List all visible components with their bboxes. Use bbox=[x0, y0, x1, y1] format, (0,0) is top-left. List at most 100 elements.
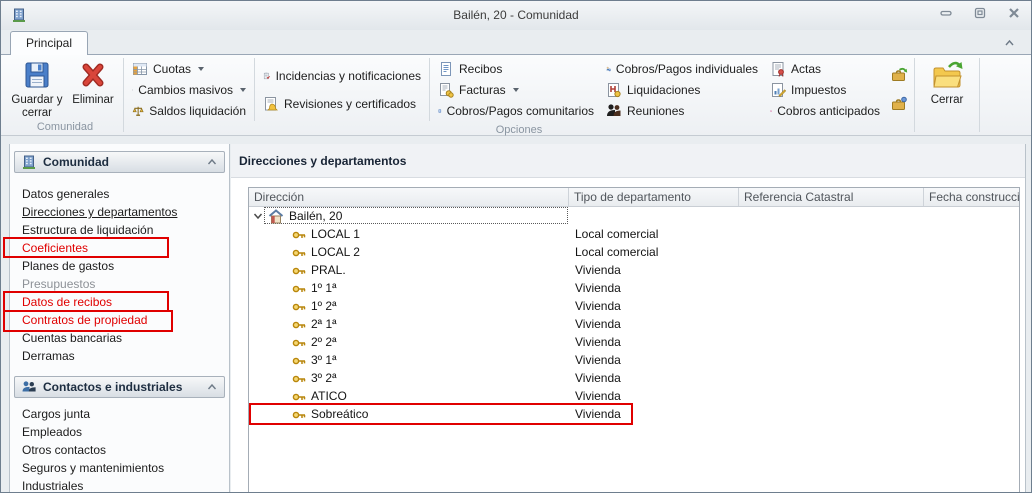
table-header: Dirección Tipo de departamento Referenci… bbox=[249, 188, 1019, 207]
actas-button[interactable]: Actas bbox=[770, 58, 880, 79]
button-label: Reuniones bbox=[627, 104, 684, 118]
invoice-coins-icon bbox=[438, 82, 454, 98]
facturas-button[interactable]: Facturas bbox=[438, 79, 594, 100]
liquidaciones-button[interactable]: Liquidaciones bbox=[606, 79, 758, 100]
table-row-2-1[interactable]: 2ª 1ª Vivienda bbox=[249, 315, 1019, 333]
key-icon bbox=[292, 302, 306, 312]
ribbon-stack-incidencias: Incidencias y notificaciones Revisiones … bbox=[257, 55, 427, 124]
table-row-sobreatico[interactable]: Sobreático Vivienda bbox=[249, 405, 1019, 423]
group-label-opciones: Opciones bbox=[126, 124, 912, 137]
table-row-1-2[interactable]: 1º 2ª Vivienda bbox=[249, 297, 1019, 315]
chart-pencil-icon bbox=[770, 82, 786, 98]
table-row-3-1[interactable]: 3º 1ª Vivienda bbox=[249, 351, 1019, 369]
table-row-local2[interactable]: LOCAL 2 Local comercial bbox=[249, 243, 1019, 261]
minimize-button[interactable] bbox=[937, 6, 955, 20]
cuotas-button[interactable]: Cuotas bbox=[132, 58, 246, 79]
column-header-tipo[interactable]: Tipo de departamento bbox=[569, 188, 739, 206]
page-title: Direcciones y departamentos bbox=[231, 144, 1025, 178]
sidebar-item-cuentas-bancarias[interactable]: Cuentas bancarias bbox=[10, 329, 229, 347]
sidebar-item-contratos-de-propiedad[interactable]: Contratos de propiedad bbox=[10, 311, 229, 329]
column-header-direccion[interactable]: Dirección bbox=[249, 188, 569, 206]
key-icon bbox=[292, 320, 306, 330]
sidebar-item-cargos-junta[interactable]: Cargos junta bbox=[10, 405, 229, 423]
sidebar-item-seguros-y-mantenimientos[interactable]: Seguros y mantenimientos bbox=[10, 459, 229, 477]
ribbon-group-cerrar: Cerrar bbox=[917, 55, 977, 135]
ribbon-group-comunidad: Guardar y cerrar Eliminar Comunidad bbox=[9, 55, 121, 135]
section-title: Contactos e industriales bbox=[43, 380, 200, 394]
sidebar-item-presupuestos[interactable]: Presupuestos bbox=[10, 275, 229, 293]
sidebar-nav-comunidad: Datos generales Direcciones y departamen… bbox=[10, 185, 229, 365]
incidencias-button[interactable]: Incidencias y notificaciones bbox=[263, 65, 421, 86]
cerrar-button[interactable]: Cerrar bbox=[917, 55, 977, 121]
button-label: Incidencias y notificaciones bbox=[276, 69, 421, 83]
sidebar-item-empleados[interactable]: Empleados bbox=[10, 423, 229, 441]
dropdown-arrow-icon bbox=[513, 88, 519, 92]
recibos-button[interactable]: Recibos bbox=[438, 58, 594, 79]
sidebar-item-industriales[interactable]: Industriales bbox=[10, 477, 229, 492]
sidebar-item-direcciones-y-departamentos[interactable]: Direcciones y departamentos bbox=[10, 203, 229, 221]
key-icon bbox=[292, 392, 306, 402]
table-row-atico[interactable]: ATICO Vivienda bbox=[249, 387, 1019, 405]
column-header-fecha[interactable]: Fecha construcción bbox=[924, 188, 1019, 206]
tree-expand-icon[interactable] bbox=[252, 211, 264, 222]
close-button[interactable] bbox=[1005, 6, 1023, 20]
button-label: Cobros/Pagos comunitarios bbox=[447, 104, 594, 118]
window-controls bbox=[937, 6, 1023, 20]
table-row-pral[interactable]: PRAL. Vivienda bbox=[249, 261, 1019, 279]
close-icon bbox=[1007, 7, 1021, 19]
sidebar-item-coeficientes[interactable]: Coeficientes bbox=[10, 239, 229, 257]
sidebar-section-contactos[interactable]: Contactos e industriales bbox=[14, 376, 225, 398]
button-label: Revisiones y certificados bbox=[284, 97, 416, 111]
minimize-icon bbox=[939, 7, 953, 19]
receipt-icon bbox=[438, 61, 454, 77]
ribbon-separator bbox=[429, 58, 430, 121]
cobros-anticipados-button[interactable]: Cobros anticipados bbox=[770, 100, 880, 121]
sidebar-item-estructura-de-liquidacion[interactable]: Estructura de liquidación bbox=[10, 221, 229, 239]
button-label: Actas bbox=[791, 62, 821, 76]
revisiones-button[interactable]: Revisiones y certificados bbox=[263, 93, 421, 114]
traspaso-comunidad-button[interactable] bbox=[891, 67, 908, 83]
app-window: Bailén, 20 - Comunidad Principal bbox=[0, 0, 1032, 493]
person-calculator-icon bbox=[606, 61, 611, 77]
button-label: Saldos liquidación bbox=[149, 104, 246, 118]
briefcase-arrow-icon bbox=[891, 67, 908, 83]
impuestos-button[interactable]: Impuestos bbox=[770, 79, 880, 100]
button-label: Cambios masivos bbox=[138, 83, 233, 97]
table-row-local1[interactable]: LOCAL 1 Local comercial bbox=[249, 225, 1019, 243]
sidebar-item-derramas[interactable]: Derramas bbox=[10, 347, 229, 365]
table-row-3-2[interactable]: 3º 2ª Vivienda bbox=[249, 369, 1019, 387]
button-label: Eliminar bbox=[72, 94, 114, 107]
key-icon bbox=[292, 356, 306, 366]
table-row-1-1[interactable]: 1º 1ª Vivienda bbox=[249, 279, 1019, 297]
row-type: Vivienda bbox=[575, 333, 621, 351]
column-header-referencia[interactable]: Referencia Catastral bbox=[739, 188, 924, 206]
building-icon bbox=[21, 154, 37, 171]
table-row-root[interactable]: Bailén, 20 bbox=[249, 207, 1019, 225]
traspaso-departamento-button[interactable] bbox=[891, 96, 908, 112]
main-panel: Direcciones y departamentos Dirección Ti… bbox=[231, 144, 1026, 492]
reuniones-button[interactable]: Reuniones bbox=[606, 100, 758, 121]
sidebar-item-datos-de-recibos[interactable]: Datos de recibos bbox=[10, 293, 229, 311]
ribbon-collapse-button[interactable] bbox=[1002, 37, 1017, 49]
sidebar-section-comunidad[interactable]: Comunidad bbox=[14, 151, 225, 173]
sidebar-item-planes-de-gastos[interactable]: Planes de gastos bbox=[10, 257, 229, 275]
restore-button[interactable] bbox=[971, 6, 989, 20]
tab-principal[interactable]: Principal bbox=[10, 31, 88, 55]
cambios-masivos-button[interactable]: Cambios masivos bbox=[132, 79, 246, 100]
cobros-pagos-individuales-button[interactable]: Cobros/Pagos individuales bbox=[606, 58, 758, 79]
row-label: 1º 2ª bbox=[311, 297, 337, 315]
row-type: Vivienda bbox=[575, 405, 621, 423]
guardar-y-cerrar-button[interactable]: Guardar y cerrar bbox=[9, 55, 65, 121]
row-type: Local comercial bbox=[575, 243, 658, 261]
delete-x-icon bbox=[77, 59, 109, 91]
saldos-liquidacion-button[interactable]: Saldos liquidación bbox=[132, 100, 246, 121]
sidebar-item-otros-contactos[interactable]: Otros contactos bbox=[10, 441, 229, 459]
ribbon-stack-actas: Actas Impuestos bbox=[764, 55, 886, 124]
cobros-pagos-comunitarios-button[interactable]: Cobros/Pagos comunitarios bbox=[438, 100, 594, 121]
eliminar-button[interactable]: Eliminar bbox=[65, 55, 121, 121]
calculator-icon bbox=[438, 103, 442, 119]
table-row-2-2[interactable]: 2º 2ª Vivienda bbox=[249, 333, 1019, 351]
sidebar-item-datos-generales[interactable]: Datos generales bbox=[10, 185, 229, 203]
key-icon bbox=[292, 266, 306, 276]
close-folder-icon bbox=[930, 59, 964, 91]
